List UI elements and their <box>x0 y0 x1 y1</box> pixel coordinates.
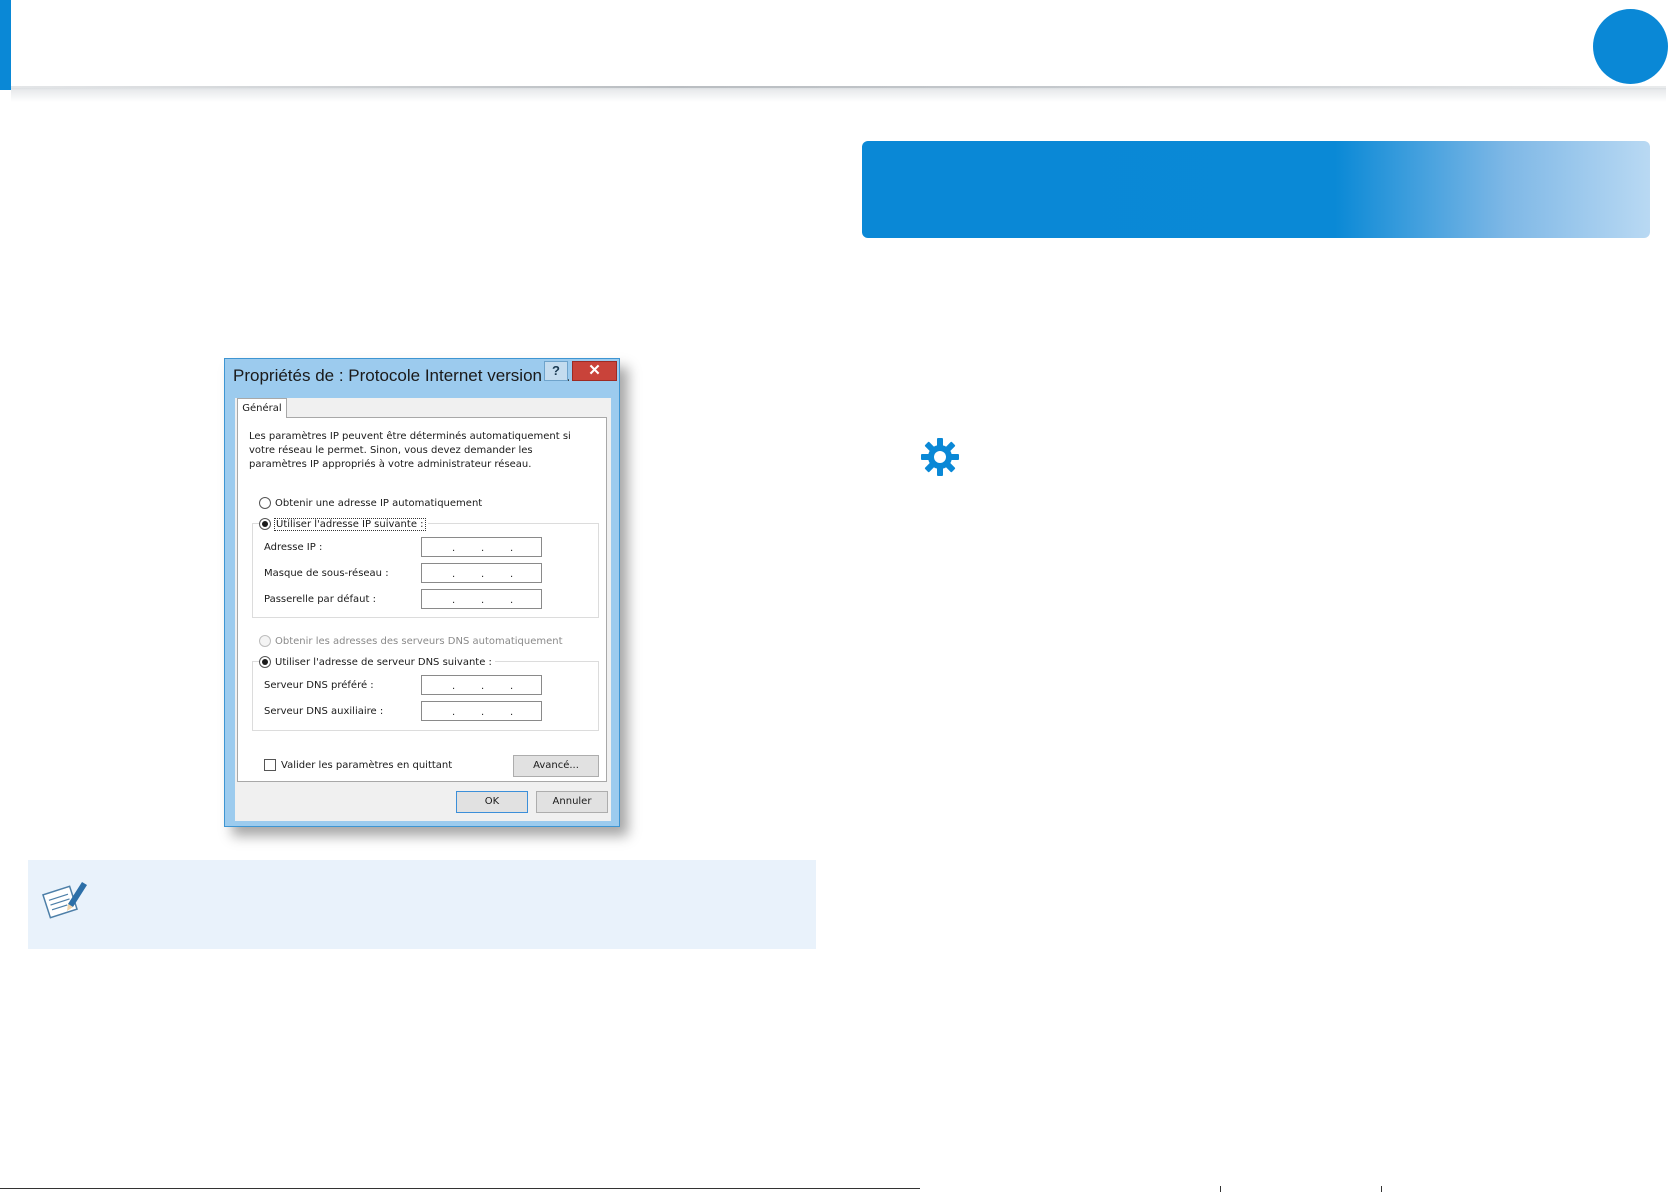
header-accent-bar <box>0 0 11 90</box>
header-divider <box>11 86 1666 102</box>
preferred-dns-input[interactable]: ... <box>421 675 542 695</box>
tab-general[interactable]: Général <box>237 398 287 418</box>
radio-auto-ip-label: Obtenir une adresse IP automatiquement <box>275 497 483 509</box>
preferred-dns-label: Serveur DNS préféré : <box>264 680 374 691</box>
help-button[interactable]: ? <box>544 361 568 381</box>
dialog-titlebar[interactable]: Propriétés de : Protocole Internet versi… <box>225 359 619 391</box>
radio-static-dns-label: Utiliser l'adresse de serveur DNS suivan… <box>275 656 492 668</box>
subnet-mask-input[interactable]: ... <box>421 563 542 583</box>
footer-rule <box>0 1188 920 1189</box>
footer-tick <box>1381 1186 1382 1192</box>
default-gateway-input[interactable]: ... <box>421 589 542 609</box>
ok-button[interactable]: OK <box>456 791 528 813</box>
validate-on-exit[interactable]: Valider les paramètres en quittant <box>264 759 452 771</box>
radio-static-ip[interactable]: Utiliser l'adresse IP suivante : <box>259 517 428 531</box>
ip-address-input[interactable]: ... <box>421 537 542 557</box>
validate-checkbox[interactable] <box>264 759 276 771</box>
radio-static-dns-circle[interactable] <box>259 656 271 668</box>
note-box <box>28 860 816 949</box>
advanced-button[interactable]: Avancé... <box>513 755 599 777</box>
ipv4-properties-dialog: Propriétés de : Protocole Internet versi… <box>224 358 620 827</box>
cancel-button[interactable]: Annuler <box>536 791 608 813</box>
gear-icon <box>921 438 959 476</box>
radio-auto-ip[interactable]: Obtenir une adresse IP automatiquement <box>259 496 482 510</box>
footer-tick <box>1220 1186 1221 1192</box>
section-banner <box>862 141 1650 238</box>
validate-checkbox-label: Valider les paramètres en quittant <box>281 759 453 771</box>
ip-address-label: Adresse IP : <box>264 542 323 553</box>
dialog-title: Propriétés de : Protocole Internet versi… <box>233 366 571 385</box>
intro-text: Les paramètres IP peuvent être déterminé… <box>249 431 571 470</box>
subnet-mask-label: Masque de sous-réseau : <box>264 568 389 579</box>
general-tab-panel: Les paramètres IP peuvent être déterminé… <box>237 417 607 782</box>
radio-auto-dns-label: Obtenir les adresses des serveurs DNS au… <box>275 635 563 647</box>
radio-static-ip-label: Utiliser l'adresse IP suivante : <box>274 517 426 531</box>
note-pencil-icon <box>42 882 87 919</box>
default-gateway-label: Passerelle par défaut : <box>264 594 376 605</box>
alternate-dns-label: Serveur DNS auxiliaire : <box>264 706 384 717</box>
radio-static-ip-circle[interactable] <box>259 518 271 530</box>
radio-auto-ip-circle[interactable] <box>259 497 271 509</box>
close-button[interactable]: ✕ <box>572 361 617 381</box>
chapter-badge <box>1593 9 1668 84</box>
radio-auto-dns-circle[interactable] <box>259 635 271 647</box>
dialog-client-area: Général Les paramètres IP peuvent être d… <box>235 398 611 821</box>
radio-static-dns[interactable]: Utiliser l'adresse de serveur DNS suivan… <box>259 655 495 669</box>
radio-auto-dns[interactable]: Obtenir les adresses des serveurs DNS au… <box>259 634 563 648</box>
alternate-dns-input[interactable]: ... <box>421 701 542 721</box>
